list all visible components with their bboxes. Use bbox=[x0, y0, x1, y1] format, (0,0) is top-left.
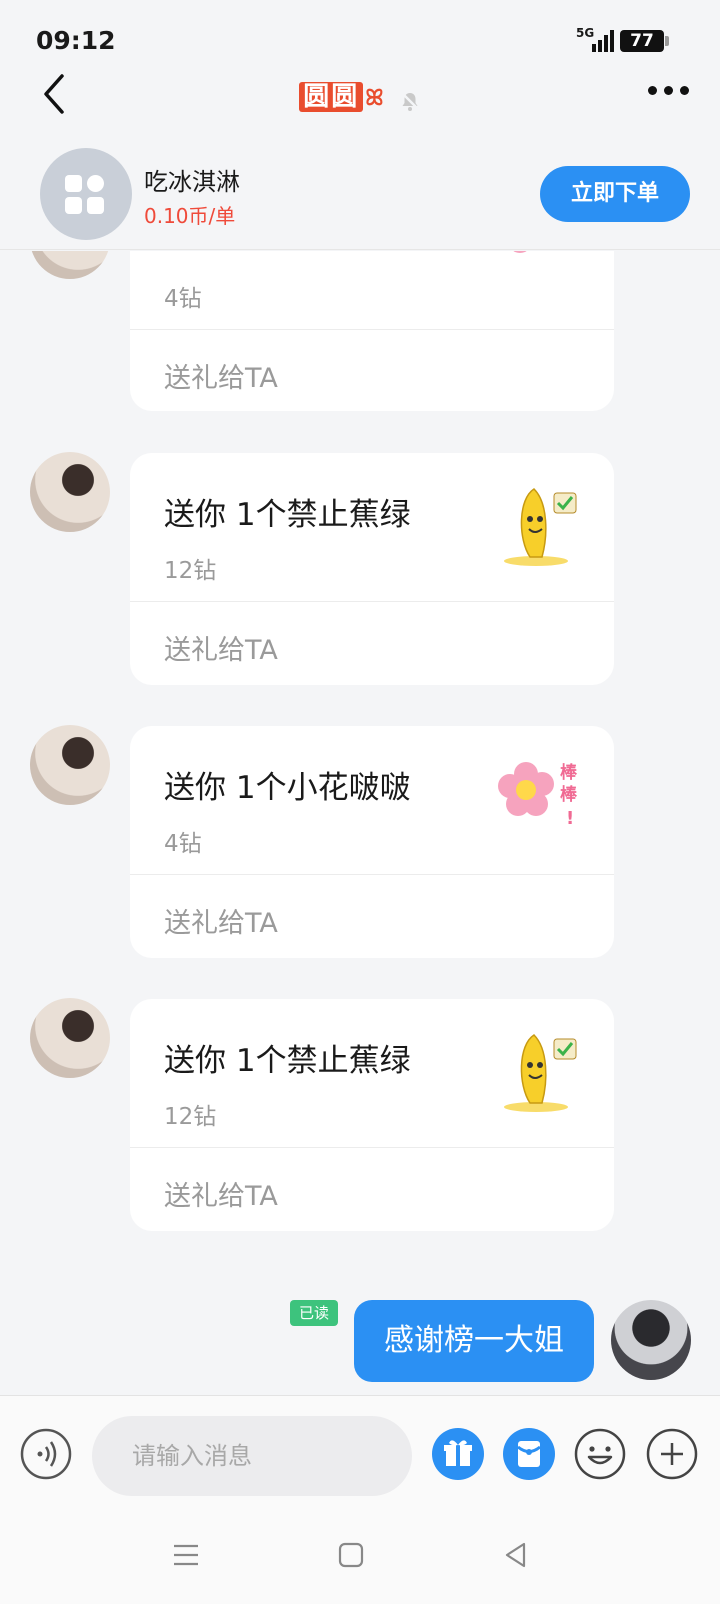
send-gift-link[interactable]: 送礼给TA bbox=[164, 356, 278, 395]
voice-input-icon[interactable] bbox=[20, 1428, 72, 1480]
gift-cost: 4钻 bbox=[164, 831, 202, 857]
red-packet-icon[interactable] bbox=[503, 1428, 555, 1480]
send-gift-link[interactable]: 送礼给TA bbox=[164, 901, 278, 940]
product-name: 吃冰淇淋 bbox=[144, 168, 240, 196]
gift-cost: 4钻 bbox=[164, 286, 202, 312]
signal-icon: 5G bbox=[572, 26, 616, 54]
gift-message-text: 送你 1个小花啵啵 bbox=[164, 770, 411, 806]
gift-message-text: 送你 1个禁止蕉绿 bbox=[164, 1043, 411, 1079]
sender-avatar[interactable] bbox=[30, 998, 110, 1078]
plus-icon[interactable] bbox=[646, 1428, 698, 1480]
product-price: 0.10币/单 bbox=[144, 204, 236, 228]
mute-bell-icon bbox=[400, 91, 419, 111]
input-bar: 请输入消息 bbox=[0, 1395, 720, 1515]
contact-name: 圆圆 bbox=[299, 82, 364, 112]
send-gift-link[interactable]: 送礼给TA bbox=[164, 628, 278, 667]
chat-title: 圆圆 ꕤ bbox=[0, 76, 720, 113]
home-icon[interactable] bbox=[333, 1537, 369, 1573]
my-avatar[interactable] bbox=[611, 1300, 691, 1380]
sender-avatar[interactable] bbox=[30, 251, 110, 279]
chat-header: 圆圆 ꕤ bbox=[0, 70, 720, 132]
status-bar: 09:12 5G 77 bbox=[0, 0, 720, 70]
product-thumbnail bbox=[40, 148, 132, 240]
flower-sticker-icon: 棒 bbox=[513, 251, 527, 253]
system-nav-bar bbox=[0, 1515, 720, 1604]
chat-list[interactable]: 4钻 送礼给TA 棒 送你 1个禁止蕉绿 12钻 送礼给TA 送你 1个小花啵啵… bbox=[0, 251, 720, 1395]
gift-message-text: 送你 1个禁止蕉绿 bbox=[164, 497, 411, 533]
gift-cost: 12钻 bbox=[164, 558, 217, 584]
gift-cost: 12钻 bbox=[164, 1104, 217, 1130]
emoji-icon[interactable] bbox=[574, 1428, 626, 1480]
banana-sticker-icon bbox=[504, 1034, 577, 1112]
sender-avatar[interactable] bbox=[30, 725, 110, 805]
more-options-button[interactable] bbox=[648, 86, 690, 98]
gift-message-card: 4钻 送礼给TA 棒 bbox=[130, 251, 614, 411]
svg-text:棒: 棒 bbox=[560, 762, 578, 783]
flower-sticker-icon: 棒 棒 ! bbox=[498, 762, 578, 829]
network-type: 5G bbox=[576, 26, 595, 40]
gift-icon[interactable] bbox=[432, 1428, 484, 1480]
battery-level: 77 bbox=[630, 31, 654, 51]
svg-text:棒: 棒 bbox=[560, 784, 578, 805]
order-now-button[interactable]: 立即下单 bbox=[540, 166, 690, 222]
my-message-bubble[interactable]: 感谢榜一大姐 bbox=[354, 1300, 594, 1382]
message-input[interactable]: 请输入消息 bbox=[92, 1416, 412, 1496]
status-time: 09:12 bbox=[36, 26, 116, 55]
svg-text:!: ! bbox=[566, 808, 574, 829]
read-status-badge: 已读 bbox=[290, 1300, 338, 1326]
title-emoji: ꕤ bbox=[365, 86, 384, 111]
menu-icon[interactable] bbox=[168, 1537, 204, 1573]
back-nav-icon[interactable] bbox=[498, 1537, 534, 1573]
send-gift-link[interactable]: 送礼给TA bbox=[164, 1174, 278, 1213]
battery-icon: 77 bbox=[620, 30, 669, 52]
banana-sticker-icon bbox=[504, 488, 577, 566]
gift-message-card: 送你 1个禁止蕉绿 12钻 送礼给TA bbox=[130, 999, 614, 1231]
product-banner: 吃冰淇淋 0.10币/单 立即下单 bbox=[0, 138, 720, 250]
sender-avatar[interactable] bbox=[30, 452, 110, 532]
gift-message-card: 送你 1个小花啵啵 4钻 送礼给TA 棒 棒 ! bbox=[130, 726, 614, 958]
gift-message-card: 送你 1个禁止蕉绿 12钻 送礼给TA bbox=[130, 453, 614, 685]
